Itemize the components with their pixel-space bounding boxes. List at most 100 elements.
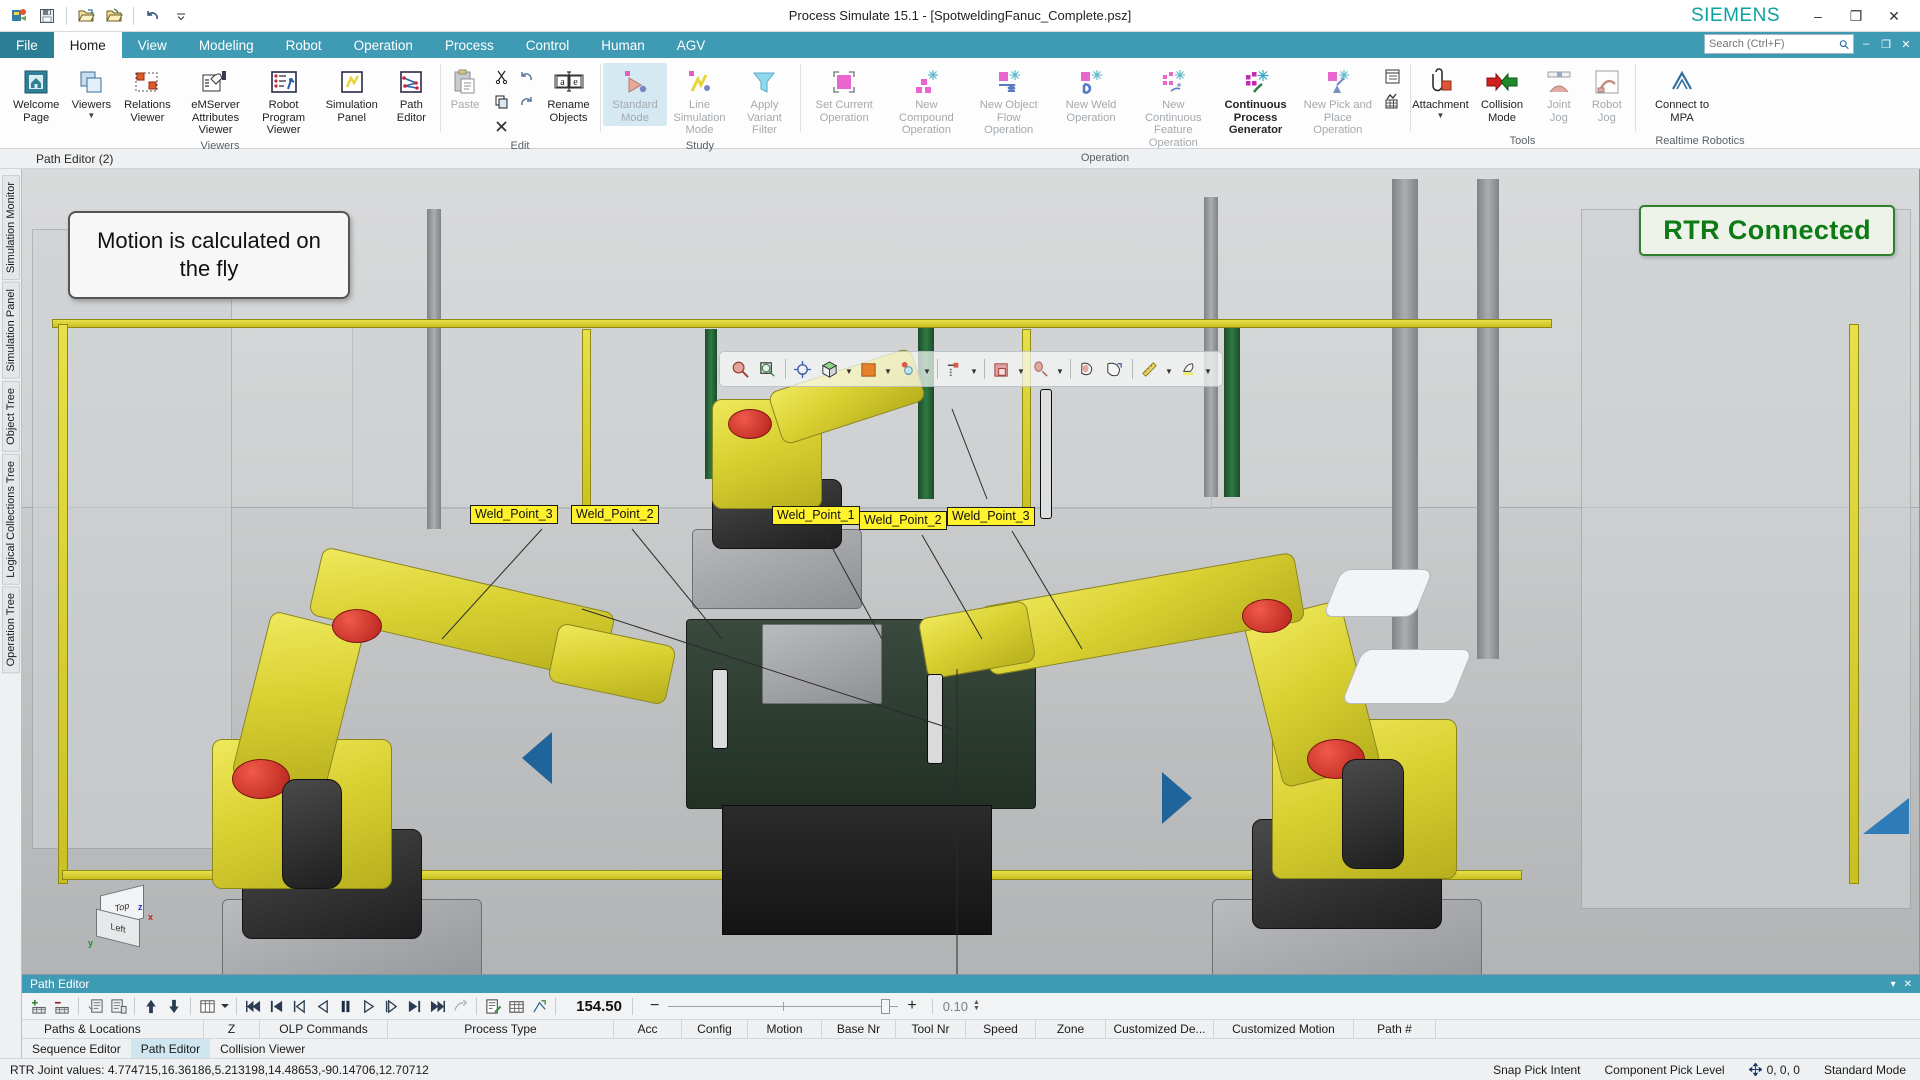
sidebar-item-logical-collections-tree[interactable]: Logical Collections Tree [1, 453, 20, 585]
increase-speed-button[interactable]: + [899, 997, 924, 1015]
operation-table-icon[interactable] [1382, 90, 1404, 112]
ribbon-restore-button[interactable]: ❐ [1878, 34, 1894, 54]
center-on-object-icon[interactable] [790, 356, 816, 382]
tab-process[interactable]: Process [429, 32, 510, 58]
copy-icon[interactable] [490, 90, 512, 112]
ribbon-button-new-compound-operation[interactable]: New Compound Operation [885, 63, 967, 139]
play-backward-button[interactable] [311, 995, 333, 1017]
ribbon-button-robot-jog[interactable]: Robot Jog [1582, 63, 1632, 126]
column-header-zone[interactable]: Zone [1036, 1020, 1106, 1038]
blank-unblank-icon[interactable] [1075, 356, 1101, 382]
playback-speed-slider[interactable] [668, 998, 899, 1014]
open-folder-icon[interactable] [101, 3, 127, 29]
tab-view[interactable]: View [122, 32, 183, 58]
loop-playback-button[interactable] [449, 995, 471, 1017]
jump-to-end-button[interactable] [426, 995, 448, 1017]
chevron-down-icon-pick-level[interactable]: ▼ [969, 356, 980, 382]
column-header-config[interactable]: Config [682, 1020, 748, 1038]
close-button[interactable]: ✕ [1876, 1, 1912, 31]
tab-agv[interactable]: AGV [661, 32, 722, 58]
column-header-motion[interactable]: Motion [748, 1020, 822, 1038]
column-header-process-type[interactable]: Process Type [388, 1020, 614, 1038]
play-button[interactable] [357, 995, 379, 1017]
customize-columns-button[interactable] [196, 995, 218, 1017]
ribbon-close-button[interactable]: ✕ [1898, 34, 1914, 54]
ribbon-button-welcome-page[interactable]: Welcome Page [3, 63, 69, 126]
zoom-icon[interactable] [728, 356, 754, 382]
step-back-button[interactable] [288, 995, 310, 1017]
redo-icon[interactable] [515, 90, 537, 112]
tab-home[interactable]: Home [53, 32, 122, 58]
status-snap-pick-intent[interactable]: Snap Pick Intent [1481, 1063, 1592, 1077]
cut-icon[interactable] [490, 65, 512, 87]
chevron-down-icon-columns[interactable] [219, 995, 231, 1017]
panel-close-button[interactable]: ✕ [1904, 979, 1912, 990]
ribbon-button-joint-jog[interactable]: Joint Jog [1536, 63, 1582, 126]
decrease-speed-button[interactable]: − [642, 997, 667, 1015]
step-size-spinner[interactable]: ▲ ▼ [973, 999, 980, 1012]
column-header-customized-motion[interactable]: Customized Motion [1214, 1020, 1354, 1038]
display-mode-icon[interactable] [856, 356, 882, 382]
column-header-base-nr[interactable]: Base Nr [822, 1020, 896, 1038]
tab-file[interactable]: File [0, 32, 54, 58]
zoom-selection-icon[interactable] [755, 356, 781, 382]
save-icon[interactable] [34, 3, 60, 29]
open-icon[interactable] [73, 3, 99, 29]
operation-list-icon[interactable] [1382, 65, 1404, 87]
move-down-button[interactable] [163, 995, 185, 1017]
ribbon-button-new-weld-operation[interactable]: New Weld Operation [1050, 63, 1132, 126]
previous-operation-button[interactable] [265, 995, 287, 1017]
ribbon-button-connect-to-mpa[interactable]: Connect to MPA [1638, 63, 1726, 126]
column-header-acc[interactable]: Acc [614, 1020, 682, 1038]
tab-collision-viewer[interactable]: Collision Viewer [210, 1039, 315, 1058]
navigation-cube[interactable]: Top Left z x y [88, 884, 156, 950]
ribbon-button-new-continuous-feature-operation[interactable]: New Continuous Feature Operation [1132, 63, 1214, 151]
chevron-down-icon-display-mode[interactable]: ▼ [883, 356, 894, 382]
app-icon[interactable] [6, 3, 32, 29]
export-path-button[interactable] [528, 995, 550, 1017]
duplicate-operation-button[interactable] [107, 995, 129, 1017]
qat-more-icon[interactable] [168, 3, 194, 29]
search-input[interactable] [1709, 38, 1839, 50]
ribbon-button-viewers[interactable]: Viewers ▼ [69, 63, 113, 121]
step-forward-button[interactable] [380, 995, 402, 1017]
column-header-z[interactable]: Z [204, 1020, 260, 1038]
ribbon-button-new-pick-and-place-operation[interactable]: New Pick and Place Operation [1297, 63, 1379, 139]
robot-back[interactable] [672, 347, 942, 619]
3d-viewport[interactable]: Weld_Point_3 Weld_Point_2 Weld_Point_1 W… [22, 169, 1920, 975]
tab-control[interactable]: Control [510, 32, 586, 58]
tab-sequence-editor[interactable]: Sequence Editor [22, 1039, 131, 1058]
ribbon-button-rename-objects[interactable]: a e Rename Objects [540, 63, 597, 126]
robot-right[interactable] [912, 551, 1512, 974]
chevron-down-icon-show-hide[interactable]: ▼ [1055, 356, 1066, 382]
show-all-icon[interactable] [1102, 356, 1128, 382]
sidebar-item-simulation-panel[interactable]: Simulation Panel [1, 282, 20, 379]
ribbon-button-standard-mode[interactable]: Standard Mode [603, 63, 667, 126]
ribbon-button-relations-viewer[interactable]: Relations Viewer [113, 63, 181, 126]
chevron-down-icon-lighting[interactable]: ▼ [922, 356, 933, 382]
highlight-icon[interactable] [1176, 356, 1202, 382]
panel-collapse-button[interactable]: ▾ [1891, 979, 1896, 990]
column-header-olp-commands[interactable]: OLP Commands [260, 1020, 388, 1038]
jump-to-start-button[interactable] [242, 995, 264, 1017]
sidebar-item-simulation-monitor[interactable]: Simulation Monitor [1, 175, 20, 281]
chevron-down-icon[interactable]: ▼ [87, 111, 95, 119]
status-component-pick-level[interactable]: Component Pick Level [1593, 1063, 1737, 1077]
edit-path-button[interactable] [482, 995, 504, 1017]
ribbon-button-simulation-panel[interactable]: Simulation Panel [318, 63, 386, 126]
weld-point-label-5[interactable]: Weld_Point_3 [947, 507, 1035, 526]
ribbon-minimize-button[interactable]: – [1858, 34, 1874, 54]
move-up-button[interactable] [140, 995, 162, 1017]
ribbon-button-emserver-attributes-viewer[interactable]: eMServer Attributes Viewer [181, 63, 249, 139]
chevron-down-icon[interactable]: ▼ [1436, 111, 1444, 119]
ribbon-button-apply-variant-filter[interactable]: Apply Variant Filter [732, 63, 797, 139]
measure-icon[interactable] [1137, 356, 1163, 382]
chevron-down-icon-view-cube[interactable]: ▼ [844, 356, 855, 382]
ribbon-button-attachment[interactable]: Attachment ▼ [1412, 63, 1469, 121]
chevron-down-icon-highlight[interactable]: ▼ [1203, 356, 1214, 382]
slider-handle[interactable] [881, 998, 891, 1014]
undo-icon[interactable] [140, 3, 166, 29]
sidebar-item-operation-tree[interactable]: Operation Tree [1, 586, 20, 674]
tab-modeling[interactable]: Modeling [183, 32, 270, 58]
remove-location-button[interactable] [51, 995, 73, 1017]
